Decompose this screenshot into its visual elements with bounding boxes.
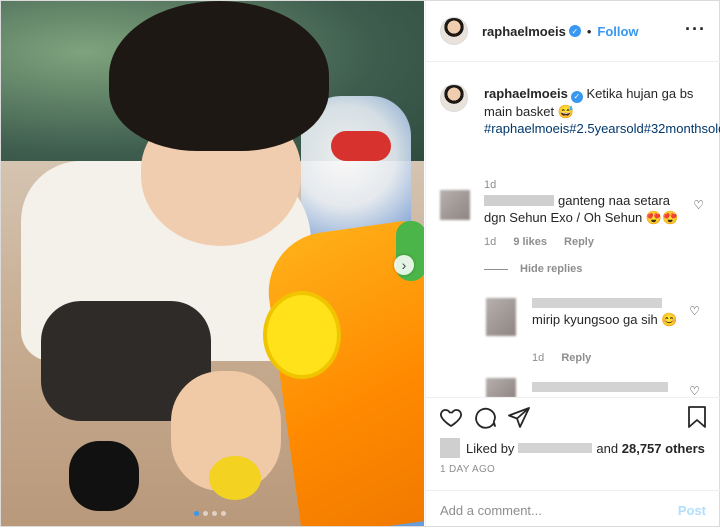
verified-icon: ✓ <box>570 90 583 103</box>
reply-meta: 1d Reply <box>532 352 605 364</box>
caption-timestamp: 1d <box>484 179 497 191</box>
blurred-username <box>484 195 554 206</box>
carousel-dot <box>221 511 226 516</box>
likes-count[interactable]: 28,757 others <box>622 441 705 456</box>
avatar[interactable] <box>486 378 516 397</box>
hide-replies-label[interactable]: Hide replies <box>520 263 582 275</box>
post-timestamp: 1 DAY AGO <box>440 464 496 475</box>
photo-slide-knob <box>263 291 341 379</box>
avatar[interactable] <box>486 298 516 336</box>
reply-button[interactable]: Reply <box>564 236 594 248</box>
caption-text: raphaelmoeis ✓ Ketika hujan ga bs main ba… <box>484 85 720 137</box>
share-icon[interactable] <box>506 404 532 430</box>
caption-hashtags[interactable]: #raphaelmoeis#2.5yearsold#32monthsold <box>484 121 720 136</box>
action-icons <box>438 404 710 432</box>
post-comment-button[interactable]: Post <box>678 503 706 518</box>
likes-and: and <box>596 440 619 456</box>
post-actions: Liked by and 28,757 others 1 DAY AGO Add… <box>426 397 720 528</box>
comment-meta: 1d 9 likes Reply <box>484 236 608 248</box>
comment-like-icon[interactable]: ♡ <box>693 198 704 212</box>
avatar[interactable] <box>440 190 470 220</box>
carousel-dots <box>194 511 226 516</box>
reply-text: mirip kyungsoo ga sih 😊 <box>532 296 682 328</box>
reply-timestamp: 1d <box>532 352 545 364</box>
post-header: raphaelmoeis ✓ • Follow ··· <box>426 1 720 62</box>
bookmark-icon[interactable] <box>684 404 710 430</box>
instagram-post-frame: › raphaelmoeis ✓ • Follow ··· raphaelmoe… <box>0 0 720 527</box>
reply-like-icon[interactable]: ♡ <box>689 304 700 318</box>
likes-summary: Liked by and 28,757 others <box>440 438 705 458</box>
photo-toy-red <box>331 131 391 161</box>
post-photo[interactable]: › <box>1 1 424 526</box>
comment-text: ganteng naa setara dgn Sehun Exo / Oh Se… <box>484 192 684 226</box>
comment-likes[interactable]: 9 likes <box>513 236 547 248</box>
blurred-username <box>518 443 593 453</box>
photo-child-hair <box>109 1 329 151</box>
avatar[interactable] <box>440 438 460 458</box>
verified-icon: ✓ <box>568 25 581 37</box>
follow-button[interactable]: Follow <box>597 24 638 39</box>
blurred-reply <box>532 382 668 392</box>
add-comment-input[interactable]: Add a comment... <box>440 503 542 518</box>
post-side-panel: raphaelmoeis ✓ • Follow ··· raphaelmoeis… <box>425 1 720 526</box>
hide-replies-button[interactable]: Hide replies <box>484 263 582 275</box>
comments-list[interactable]: raphaelmoeis ✓ Ketika hujan ga bs main ba… <box>426 62 720 397</box>
comment-timestamp: 1d <box>484 236 497 248</box>
hide-replies-line <box>484 268 508 270</box>
avatar[interactable] <box>440 84 468 112</box>
comment-icon[interactable] <box>472 404 498 430</box>
likes-prefix: Liked by <box>466 440 515 456</box>
blurred-username <box>532 298 662 308</box>
carousel-dot <box>203 511 208 516</box>
add-comment-bar: Add a comment... Post <box>426 490 720 529</box>
reply-body: mirip kyungsoo ga sih 😊 <box>532 312 678 327</box>
carousel-dot <box>194 511 199 516</box>
more-icon[interactable]: ··· <box>685 19 706 40</box>
carousel-dot <box>212 511 217 516</box>
avatar[interactable] <box>440 17 468 45</box>
next-icon[interactable]: › <box>394 255 414 275</box>
header-separator: • <box>586 23 592 39</box>
caption-username[interactable]: raphaelmoeis <box>484 86 568 101</box>
photo-child-shoe <box>69 441 139 511</box>
heart-icon[interactable] <box>438 404 464 430</box>
header-username[interactable]: raphaelmoeis <box>482 24 566 39</box>
reply-like-icon[interactable]: ♡ <box>689 384 700 397</box>
photo-yellow-ball <box>209 456 261 500</box>
reply-button[interactable]: Reply <box>561 352 591 364</box>
